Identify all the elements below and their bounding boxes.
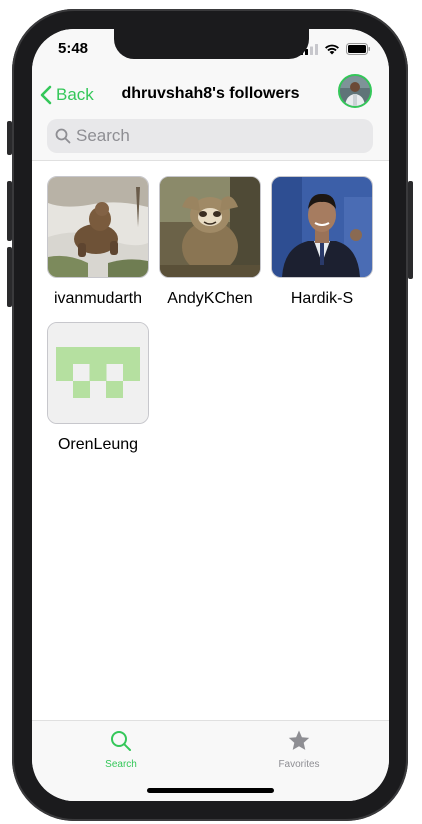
follower-cell-orenleung[interactable]: OrenLeung	[47, 322, 149, 454]
follower-username: OrenLeung	[57, 436, 139, 453]
wifi-icon	[325, 44, 339, 55]
identicon	[48, 323, 148, 423]
avatar-photo	[340, 76, 370, 106]
follower-username: AndyKChen	[167, 290, 253, 307]
star-icon	[288, 730, 310, 750]
bear-photo	[48, 177, 148, 277]
tab-favorites[interactable]: Favorites	[259, 729, 339, 770]
search-bar	[32, 117, 389, 161]
page-title: dhruvshah8's followers	[121, 85, 300, 102]
follower-avatar	[47, 176, 149, 278]
follower-avatar	[271, 176, 373, 278]
search-input[interactable]	[76, 126, 356, 146]
battery-icon	[346, 43, 370, 55]
follower-avatar	[47, 322, 149, 424]
search-field[interactable]	[47, 119, 373, 153]
status-icons	[300, 43, 371, 55]
sloth-photo	[160, 177, 260, 277]
follower-username: ivanmudarth	[53, 290, 143, 307]
follower-username: Hardik-S	[290, 290, 354, 307]
person-photo	[272, 177, 372, 277]
navigation-bar: Back dhruvshah8's followers	[32, 73, 389, 117]
status-time: 5:48	[58, 40, 89, 57]
follower-cell-ivanmudarth[interactable]: ivanmudarth	[47, 176, 149, 308]
user-avatar[interactable]	[338, 74, 372, 108]
home-indicator	[147, 788, 274, 793]
notch	[114, 29, 309, 59]
follower-avatar	[159, 176, 261, 278]
follower-cell-hardik-s[interactable]: Hardik-S	[271, 176, 373, 308]
volume-up-button	[7, 181, 12, 241]
magnifier-icon	[55, 128, 71, 144]
tab-search[interactable]: Search	[81, 729, 161, 770]
power-button	[408, 181, 413, 279]
tab-label: Favorites	[278, 759, 320, 770]
tab-label: Search	[105, 759, 137, 770]
mute-switch	[7, 121, 12, 155]
search-icon	[111, 731, 131, 751]
follower-cell-andykchen[interactable]: AndyKChen	[159, 176, 261, 308]
volume-down-button	[7, 247, 12, 307]
app-screen: 5:48 Back dhruvshah8's followers Search …	[32, 29, 389, 801]
